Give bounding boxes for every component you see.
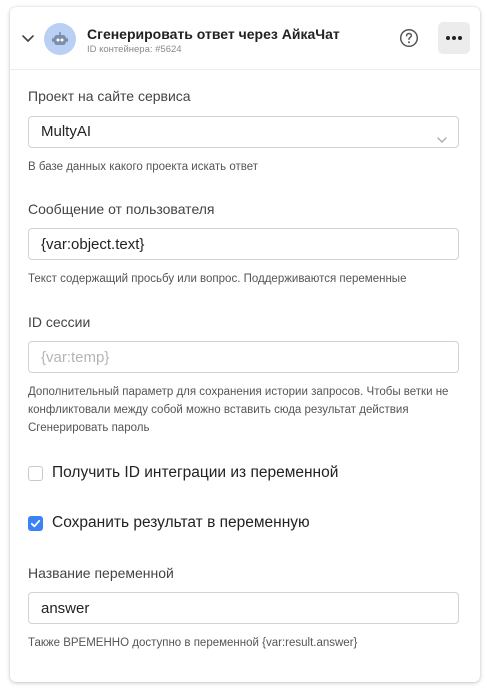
project-hint: В базе данных какого проекта искать отве… — [28, 161, 259, 173]
project-select-value: MultyAI — [41, 123, 92, 140]
variable-input[interactable] — [28, 592, 459, 624]
chevron-down-icon — [436, 127, 448, 143]
more-dots-icon — [446, 36, 462, 40]
session-label: ID сессии — [28, 314, 91, 330]
question-circle-icon[interactable] — [399, 28, 419, 48]
robot-icon — [44, 23, 76, 55]
session-input[interactable] — [28, 341, 459, 373]
action-card: Сгенерировать ответ через АйкаЧат ID кон… — [10, 7, 480, 682]
container-id: ID контейнера: #5624 — [87, 44, 182, 55]
project-select[interactable]: MultyAI — [28, 116, 459, 148]
integration-checkbox-row[interactable]: Получить ID интеграции из переменной — [28, 463, 338, 483]
more-options-button[interactable] — [438, 22, 470, 54]
checkmark-icon — [30, 519, 41, 527]
message-hint: Текст содержащий просьбу или вопрос. Под… — [28, 273, 407, 285]
save-result-checkbox-row[interactable]: Сохранить результат в переменную — [28, 513, 310, 533]
chevron-down-icon[interactable] — [20, 30, 36, 46]
message-label: Сообщение от пользователя — [28, 201, 215, 217]
variable-label: Название переменной — [28, 565, 174, 581]
card-title: Сгенерировать ответ через АйкаЧат — [87, 26, 340, 42]
message-input[interactable] — [28, 228, 459, 260]
variable-hint: Также ВРЕМЕННО доступно в переменной {va… — [28, 637, 358, 649]
session-hint: Дополнительный параметр для сохранения и… — [28, 386, 449, 434]
save-result-checkbox[interactable] — [28, 515, 43, 531]
card-header: Сгенерировать ответ через АйкаЧат ID кон… — [10, 7, 480, 70]
integration-checkbox-label: Получить ID интеграции из переменной — [52, 464, 339, 481]
save-result-checkbox-label: Сохранить результат в переменную — [52, 514, 310, 531]
integration-checkbox[interactable] — [28, 465, 43, 481]
project-label: Проект на сайте сервиса — [28, 88, 191, 104]
